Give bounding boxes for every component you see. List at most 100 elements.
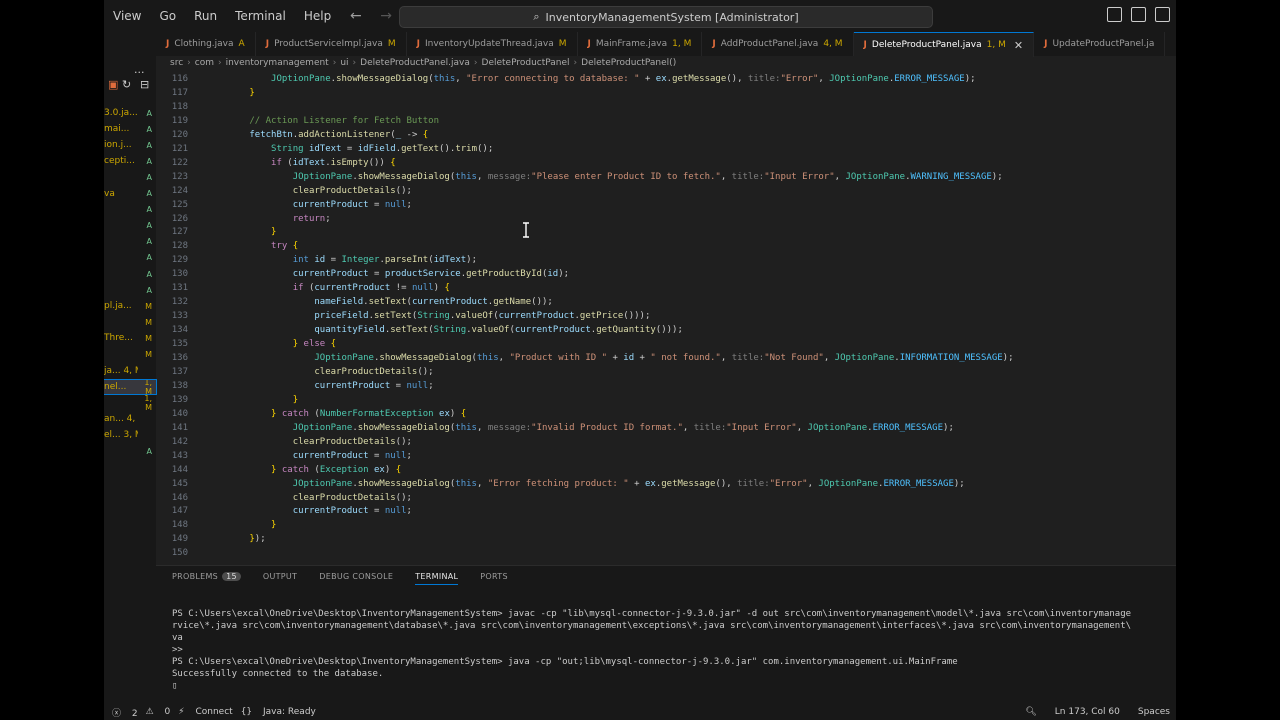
- code-line[interactable]: 130 currentProduct = productService.getP…: [156, 267, 1176, 281]
- explorer-item[interactable]: 1, M: [104, 394, 156, 412]
- panel-tab-ports[interactable]: PORTS: [480, 572, 508, 585]
- tab-clothing-java[interactable]: J Clothing.java A: [156, 32, 256, 56]
- code-line[interactable]: 133 priceField.setText(String.valueOf(cu…: [156, 309, 1176, 323]
- code-line[interactable]: 126 return;: [156, 212, 1176, 226]
- code-line[interactable]: 134 quantityField.setText(String.valueOf…: [156, 323, 1176, 337]
- panel-tab-output[interactable]: OUTPUT: [263, 572, 297, 585]
- code-line[interactable]: 150: [156, 546, 1176, 560]
- code-line[interactable]: 132 nameField.setText(currentProduct.get…: [156, 295, 1176, 309]
- refresh-icon[interactable]: ↻: [122, 78, 131, 91]
- code-line[interactable]: 142 clearProductDetails();: [156, 435, 1176, 449]
- explorer-item[interactable]: A: [104, 267, 156, 281]
- explorer-item[interactable]: A: [104, 283, 156, 297]
- code-line[interactable]: 120 fetchBtn.addActionListener(_ -> {: [156, 128, 1176, 142]
- menu-terminal[interactable]: Terminal: [226, 0, 295, 32]
- error-count[interactable]: ⓧ 2: [112, 706, 138, 719]
- menu-help[interactable]: Help: [295, 0, 340, 32]
- command-center-search[interactable]: ⌕ InventoryManagementSystem [Administrat…: [399, 6, 933, 28]
- tab-productserviceimpl-java[interactable]: J ProductServiceImpl.java M: [256, 32, 407, 56]
- java-status[interactable]: {} Java: Ready: [241, 707, 316, 717]
- code-editor[interactable]: 116 JOptionPane.showMessageDialog(this, …: [156, 72, 1176, 562]
- new-file-icon[interactable]: ▣: [108, 78, 118, 91]
- code-line[interactable]: 148 }: [156, 518, 1176, 532]
- code-line[interactable]: 128 try {: [156, 239, 1176, 253]
- toggle-panel-icon[interactable]: [1131, 7, 1146, 22]
- explorer-item[interactable]: M: [104, 315, 156, 329]
- toggle-sidebar-icon[interactable]: [1107, 7, 1122, 22]
- code-line[interactable]: 121 String idText = idField.getText().tr…: [156, 142, 1176, 156]
- menu-run[interactable]: Run: [185, 0, 226, 32]
- code-line[interactable]: 117 }: [156, 86, 1176, 100]
- explorer-item[interactable]: nel... 1, M: [104, 378, 157, 396]
- explorer-item[interactable]: Thre... M: [104, 331, 156, 345]
- cursor-position[interactable]: Ln 173, Col 60: [1055, 707, 1120, 717]
- code-line[interactable]: 143 currentProduct = null;: [156, 449, 1176, 463]
- explorer-item[interactable]: A: [104, 444, 156, 458]
- code-line[interactable]: 118: [156, 100, 1176, 114]
- tab-deleteproductpanel-java[interactable]: J DeleteProductPanel.java 1, M ✕: [853, 32, 1035, 57]
- code-line[interactable]: 123 JOptionPane.showMessageDialog(this, …: [156, 170, 1176, 184]
- panel-tab-problems[interactable]: PROBLEMS 15: [172, 572, 241, 585]
- explorer-item[interactable]: cepti... A: [104, 154, 156, 168]
- code-line[interactable]: 147 currentProduct = null;: [156, 504, 1176, 518]
- menu-go[interactable]: Go: [150, 0, 185, 32]
- zoom-icon[interactable]: 🔍︎: [1025, 707, 1036, 717]
- code-line[interactable]: 140 } catch (NumberFormatException ex) {: [156, 407, 1176, 421]
- indentation[interactable]: Spaces: [1138, 707, 1170, 717]
- panel-tab-debug-console[interactable]: DEBUG CONSOLE: [319, 572, 393, 585]
- explorer-item[interactable]: ion.j... A: [104, 138, 156, 152]
- explorer-item[interactable]: A: [104, 170, 156, 184]
- explorer-item[interactable]: el... 3, M: [104, 428, 156, 442]
- explorer-item[interactable]: A: [104, 235, 156, 249]
- breadcrumb-item[interactable]: DeleteProductPanel.java: [360, 58, 470, 68]
- code-line[interactable]: 137 clearProductDetails();: [156, 365, 1176, 379]
- toggle-secondary-sidebar-icon[interactable]: [1155, 7, 1170, 22]
- tab-inventoryupdatethread-java[interactable]: J InventoryUpdateThread.java M: [407, 32, 578, 56]
- code-line[interactable]: 129 int id = Integer.parseInt(idText);: [156, 253, 1176, 267]
- code-line[interactable]: 146 clearProductDetails();: [156, 491, 1176, 505]
- collapse-icon[interactable]: ⊟: [140, 78, 149, 91]
- code-line[interactable]: 149 });: [156, 532, 1176, 546]
- tab-mainframe-java[interactable]: J MainFrame.java 1, M: [578, 32, 703, 56]
- code-line[interactable]: 136 JOptionPane.showMessageDialog(this, …: [156, 351, 1176, 365]
- breadcrumb-item[interactable]: com: [195, 58, 214, 68]
- explorer-item[interactable]: pl.ja... M: [104, 299, 156, 313]
- terminal-output[interactable]: PS C:\Users\excal\OneDrive\Desktop\Inven…: [172, 608, 1131, 692]
- breadcrumb-item[interactable]: src: [170, 58, 183, 68]
- code-line[interactable]: 138 currentProduct = null;: [156, 379, 1176, 393]
- explorer-item[interactable]: A: [104, 219, 156, 233]
- breadcrumb-item[interactable]: ui: [340, 58, 348, 68]
- breadcrumb-item[interactable]: DeleteProductPanel: [482, 58, 570, 68]
- back-arrow-icon[interactable]: ←: [350, 8, 362, 24]
- menu-view[interactable]: View: [104, 0, 150, 32]
- explorer-item[interactable]: mai... A: [104, 122, 156, 136]
- close-icon[interactable]: ✕: [1014, 39, 1023, 52]
- code-line[interactable]: 124 clearProductDetails();: [156, 184, 1176, 198]
- tab-addproductpanel-java[interactable]: J AddProductPanel.java 4, M: [702, 32, 854, 56]
- code-line[interactable]: 122 if (idText.isEmpty()) {: [156, 156, 1176, 170]
- explorer-item[interactable]: an... 4, M: [104, 412, 156, 426]
- tab-updateproductpanel-ja[interactable]: J UpdateProductPanel.ja: [1034, 32, 1166, 56]
- code-line[interactable]: 144 } catch (Exception ex) {: [156, 463, 1176, 477]
- code-line[interactable]: 139 }: [156, 393, 1176, 407]
- explorer-item[interactable]: ja... 4, M: [104, 364, 156, 378]
- connect-button[interactable]: ⚡ Connect: [178, 707, 232, 717]
- explorer-item[interactable]: A: [104, 203, 156, 217]
- code-line[interactable]: 135 } else {: [156, 337, 1176, 351]
- explorer-item[interactable]: va A: [104, 187, 156, 201]
- code-line[interactable]: 119 // Action Listener for Fetch Button: [156, 114, 1176, 128]
- explorer-item[interactable]: A: [104, 251, 156, 265]
- code-line[interactable]: 127 }: [156, 225, 1176, 239]
- forward-arrow-icon[interactable]: →: [380, 8, 392, 24]
- explorer-item[interactable]: M: [104, 348, 156, 362]
- code-line[interactable]: 131 if (currentProduct != null) {: [156, 281, 1176, 295]
- warning-count[interactable]: ⚠ 0: [146, 707, 171, 717]
- code-line[interactable]: 145 JOptionPane.showMessageDialog(this, …: [156, 477, 1176, 491]
- breadcrumb-item[interactable]: inventorymanagement: [226, 58, 329, 68]
- code-line[interactable]: 125 currentProduct = null;: [156, 198, 1176, 212]
- panel-tab-terminal[interactable]: TERMINAL: [415, 572, 459, 585]
- code-line[interactable]: 116 JOptionPane.showMessageDialog(this, …: [156, 72, 1176, 86]
- explorer-item[interactable]: 3.0.ja... A: [104, 106, 156, 120]
- breadcrumb-item[interactable]: DeleteProductPanel(): [581, 58, 676, 68]
- code-line[interactable]: 141 JOptionPane.showMessageDialog(this, …: [156, 421, 1176, 435]
